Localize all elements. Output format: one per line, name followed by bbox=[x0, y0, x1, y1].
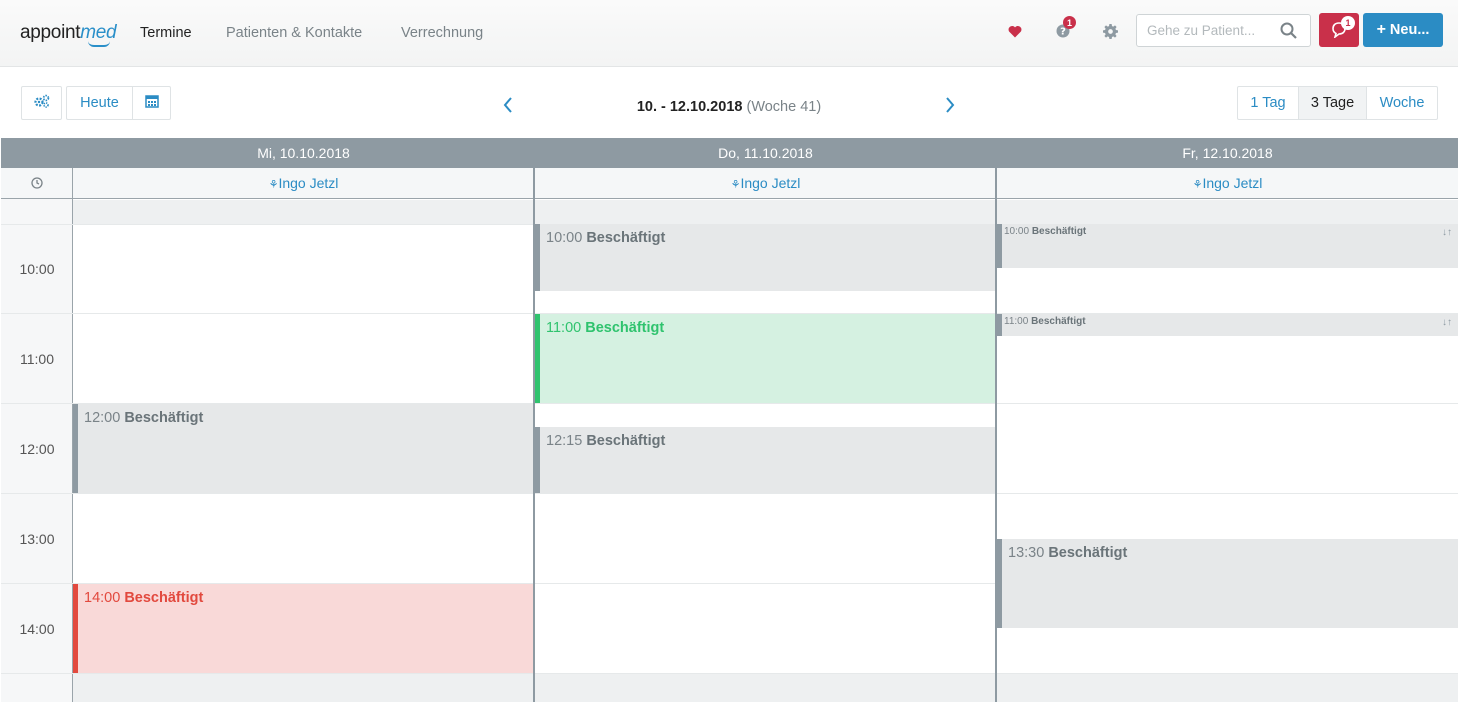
patient-search bbox=[1136, 14, 1311, 47]
hour-label: 13:00 bbox=[19, 531, 55, 547]
event-time: 10:00 bbox=[546, 230, 583, 246]
calendar-settings-button[interactable] bbox=[21, 86, 62, 120]
view-3-tage[interactable]: 3 Tage bbox=[1299, 87, 1367, 119]
appointment-event[interactable]: 10:00 Beschäftigt bbox=[535, 224, 995, 291]
event-time: 11:00 bbox=[1004, 316, 1029, 327]
logo-text-b: med bbox=[80, 22, 117, 43]
event-time: 11:00 bbox=[546, 320, 582, 336]
hour-gridline bbox=[1, 493, 1458, 494]
logo-text-a: appoint bbox=[20, 22, 81, 43]
new-button-label: Neu... bbox=[1389, 22, 1430, 38]
day-separator bbox=[995, 168, 997, 702]
hour-label: 12:00 bbox=[19, 441, 55, 457]
view-woche[interactable]: Woche bbox=[1367, 87, 1437, 119]
day-separator bbox=[533, 168, 535, 702]
resource-name: Ingo Jetzl bbox=[278, 175, 339, 191]
event-title: Beschäftigt bbox=[586, 230, 666, 246]
calendar-icon bbox=[144, 94, 159, 112]
new-appointment-button[interactable]: + Neu... bbox=[1363, 13, 1443, 47]
day-header-thu[interactable]: Do, 11.10.2018 bbox=[535, 138, 996, 168]
off-hours-band bbox=[73, 674, 1458, 702]
favorites-heart-icon[interactable] bbox=[1006, 22, 1024, 40]
event-time: 12:00 bbox=[84, 410, 121, 426]
top-navbar: appointmed Termine Patienten & Kontakte … bbox=[0, 0, 1458, 67]
logo-swoosh bbox=[88, 41, 110, 47]
clock-icon bbox=[1, 168, 73, 198]
event-title: Beschäftigt bbox=[1031, 316, 1086, 327]
appointment-event[interactable]: 10:00 Beschäftigt ↓↑ bbox=[997, 224, 1458, 268]
time-gutter: 10:00 11:00 12:00 13:00 14:00 bbox=[1, 199, 73, 702]
previous-range-chevron-left-icon[interactable] bbox=[498, 94, 518, 116]
datepicker-button[interactable] bbox=[132, 86, 171, 120]
doctor-icon: ⚘ bbox=[268, 179, 279, 191]
plus-icon: + bbox=[1376, 21, 1386, 38]
event-time: 13:30 bbox=[1008, 545, 1045, 561]
event-title: Beschäftigt bbox=[585, 320, 665, 336]
appointment-event[interactable]: 12:00 Beschäftigt bbox=[73, 404, 533, 493]
doctor-icon: ⚘ bbox=[1192, 179, 1203, 191]
nav-patienten-kontakte[interactable]: Patienten & Kontakte bbox=[226, 25, 362, 41]
hour-label: 11:00 bbox=[20, 351, 54, 367]
off-hours-band bbox=[73, 200, 1458, 224]
sort-icon[interactable]: ↓↑ bbox=[1442, 317, 1452, 328]
messages-badge: 1 bbox=[1341, 16, 1355, 30]
help-question-icon[interactable]: ? 1 bbox=[1054, 16, 1076, 40]
resource-row: ⚘Ingo Jetzl ⚘Ingo Jetzl ⚘Ingo Jetzl bbox=[1, 168, 1458, 199]
event-title: Beschäftigt bbox=[124, 410, 204, 426]
event-time: 12:15 bbox=[546, 433, 583, 449]
hour-gridline bbox=[1, 673, 1458, 674]
day-header-fri[interactable]: Fr, 12.10.2018 bbox=[997, 138, 1458, 168]
range-week: (Woche 41) bbox=[746, 99, 822, 115]
gears-icon bbox=[33, 94, 50, 112]
event-title: Beschäftigt bbox=[586, 433, 666, 449]
doctor-icon: ⚘ bbox=[730, 179, 741, 191]
appointment-event[interactable]: 13:30 Beschäftigt bbox=[997, 539, 1458, 628]
event-time: 10:00 bbox=[1004, 226, 1030, 237]
appointment-event[interactable]: 12:15 Beschäftigt bbox=[535, 427, 995, 493]
hour-label: 14:00 bbox=[19, 621, 55, 637]
today-button[interactable]: Heute bbox=[66, 86, 133, 120]
view-1-tag[interactable]: 1 Tag bbox=[1238, 87, 1299, 119]
next-range-chevron-right-icon[interactable] bbox=[940, 94, 960, 116]
appointment-event[interactable]: 11:00 Beschäftigt bbox=[535, 314, 995, 403]
nav-verrechnung[interactable]: Verrechnung bbox=[401, 25, 483, 41]
svg-text:?: ? bbox=[1060, 27, 1066, 38]
resource-ingo-jetzl-fri[interactable]: ⚘Ingo Jetzl bbox=[997, 168, 1458, 198]
day-header-wed[interactable]: Mi, 10.10.2018 bbox=[73, 138, 534, 168]
appointmed-logo[interactable]: appointmed bbox=[20, 22, 117, 47]
resource-name: Ingo Jetzl bbox=[740, 175, 801, 191]
patient-search-input[interactable] bbox=[1147, 23, 1277, 38]
view-switcher: 1 Tag 3 Tage Woche bbox=[1237, 86, 1438, 120]
event-time: 14:00 bbox=[84, 590, 121, 606]
appointment-event[interactable]: 14:00 Beschäftigt bbox=[73, 584, 533, 673]
range-dates: 10. - 12.10.2018 bbox=[636, 99, 743, 115]
settings-gear-icon[interactable] bbox=[1101, 22, 1119, 40]
sort-icon[interactable]: ↓↑ bbox=[1442, 227, 1452, 238]
messages-button[interactable]: 1 bbox=[1319, 13, 1359, 47]
calendar-day-header: Mi, 10.10.2018 Do, 11.10.2018 Fr, 12.10.… bbox=[1, 138, 1458, 168]
appointment-event[interactable]: 11:00 Beschäftigt ↓↑ bbox=[997, 314, 1458, 336]
resource-name: Ingo Jetzl bbox=[1202, 175, 1263, 191]
event-title: Beschäftigt bbox=[124, 590, 204, 606]
resource-ingo-jetzl-wed[interactable]: ⚘Ingo Jetzl bbox=[73, 168, 534, 198]
event-title: Beschäftigt bbox=[1048, 545, 1128, 561]
hour-label: 10:00 bbox=[19, 261, 55, 277]
help-badge: 1 bbox=[1063, 16, 1076, 29]
event-title: Beschäftigt bbox=[1031, 226, 1087, 237]
nav-termine[interactable]: Termine bbox=[140, 25, 192, 41]
search-icon[interactable] bbox=[1280, 22, 1297, 44]
resource-ingo-jetzl-thu[interactable]: ⚘Ingo Jetzl bbox=[535, 168, 996, 198]
